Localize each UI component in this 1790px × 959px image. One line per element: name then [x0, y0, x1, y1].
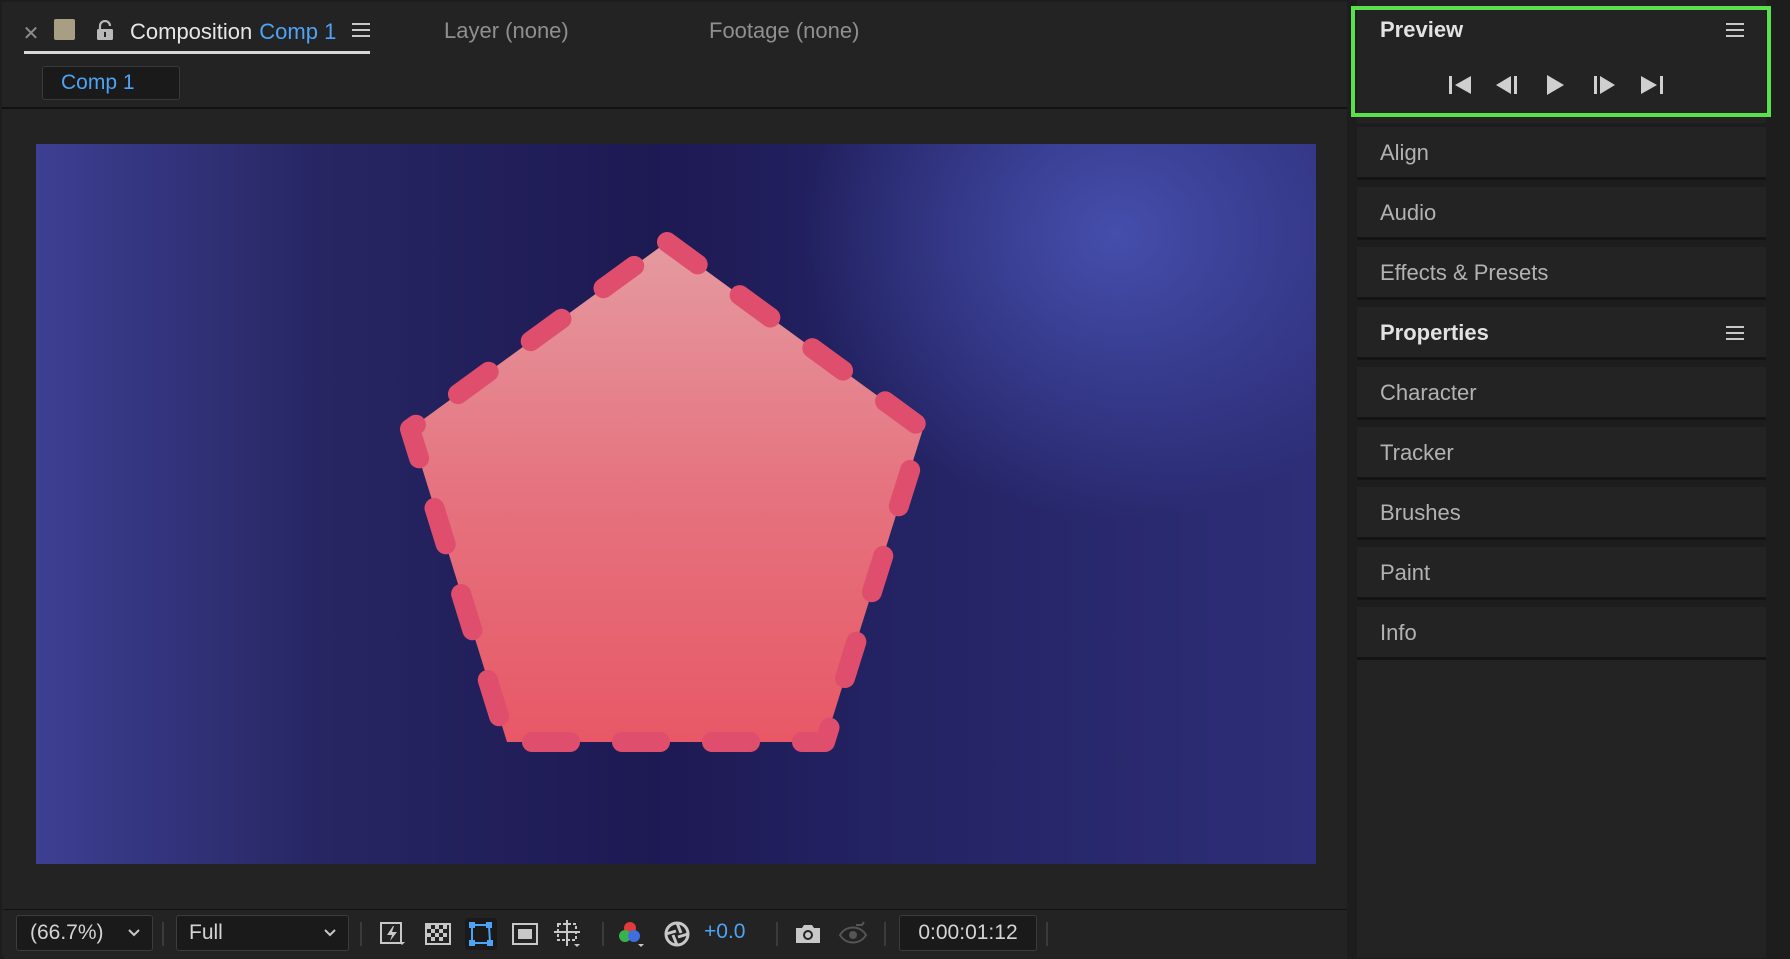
- toolbar-divider: [602, 922, 604, 946]
- step-back-icon[interactable]: [1492, 70, 1522, 100]
- panel-audio[interactable]: Audio: [1357, 187, 1766, 240]
- composition-canvas[interactable]: [36, 144, 1316, 864]
- panel-paint[interactable]: Paint: [1357, 547, 1766, 600]
- resolution-value: Full: [189, 921, 223, 944]
- panel-align-label: Align: [1380, 140, 1429, 165]
- mask-visibility-icon[interactable]: [509, 918, 541, 950]
- menu-icon[interactable]: [1726, 325, 1746, 341]
- panel-audio-label: Audio: [1380, 200, 1437, 225]
- toolbar-divider: [1046, 922, 1048, 946]
- toolbar-divider: [884, 922, 886, 946]
- panel-properties-label: Properties: [1380, 320, 1489, 345]
- region-of-interest-icon[interactable]: [465, 918, 497, 950]
- magnification-value: (66.7%): [30, 921, 104, 944]
- current-time-display[interactable]: 0:00:01:12: [899, 915, 1037, 951]
- pentagon-shape[interactable]: [400, 232, 933, 752]
- tab-layer[interactable]: Layer (none): [444, 18, 569, 44]
- show-snapshot-icon: [837, 918, 869, 950]
- resolution-select[interactable]: Full: [176, 915, 349, 951]
- viewer-toolbar: (66.7%) Full +0.0 0:00:01:12: [4, 909, 1347, 959]
- panel-align[interactable]: Align: [1357, 127, 1766, 180]
- magnification-select[interactable]: (66.7%): [16, 915, 153, 951]
- active-tab-underline: [24, 51, 370, 54]
- composition-tab-row: ✕ Composition Comp 1 Layer (none) Footag…: [2, 2, 1347, 60]
- toolbar-divider: [776, 922, 778, 946]
- skip-to-start-icon[interactable]: [1445, 70, 1475, 100]
- panel-tracker-label: Tracker: [1380, 440, 1454, 465]
- panel-brushes-label: Brushes: [1380, 500, 1461, 525]
- label-color-swatch[interactable]: [54, 19, 75, 40]
- tab-footage[interactable]: Footage (none): [709, 18, 859, 44]
- panel-effects-presets-label: Effects & Presets: [1380, 260, 1549, 285]
- menu-icon[interactable]: [1726, 22, 1746, 38]
- close-icon[interactable]: ✕: [20, 18, 42, 48]
- panel-properties[interactable]: Properties: [1357, 307, 1766, 360]
- timecode-value: 0:00:01:12: [918, 921, 1018, 944]
- exposure-icon[interactable]: [661, 918, 693, 950]
- chevron-down-icon: [126, 925, 142, 941]
- exposure-value[interactable]: +0.0: [704, 920, 745, 944]
- composition-navigator: Comp 1: [2, 60, 1347, 109]
- panel-tracker[interactable]: Tracker: [1357, 427, 1766, 480]
- toolbar-divider: [360, 922, 362, 946]
- play-icon[interactable]: [1540, 70, 1570, 100]
- panel-effects-presets[interactable]: Effects & Presets: [1357, 247, 1766, 300]
- step-forward-icon[interactable]: [1589, 70, 1619, 100]
- composition-panel: ✕ Composition Comp 1 Layer (none) Footag…: [2, 2, 1347, 959]
- panel-info[interactable]: Info: [1357, 607, 1766, 660]
- composition-tab-prefix: Composition: [130, 19, 253, 44]
- tab-composition[interactable]: Composition Comp 1: [130, 18, 336, 46]
- transparency-grid-icon[interactable]: [422, 918, 454, 950]
- composition-viewer[interactable]: [4, 109, 1347, 909]
- panel-character[interactable]: Character: [1357, 367, 1766, 420]
- color-channels-icon[interactable]: [616, 918, 648, 950]
- right-panel-column: Preview Align Audio Effects & Presets Pr…: [1357, 0, 1790, 958]
- preview-panel-title[interactable]: Preview: [1380, 17, 1463, 43]
- breadcrumb[interactable]: Comp 1: [42, 66, 180, 100]
- fast-preview-icon[interactable]: [377, 918, 409, 950]
- camera-snapshot-icon[interactable]: [792, 918, 824, 950]
- composition-tab-name: Comp 1: [259, 19, 337, 44]
- skip-to-end-icon[interactable]: [1637, 70, 1667, 100]
- panel-info-label: Info: [1380, 620, 1417, 645]
- preview-panel: Preview: [1357, 0, 1766, 123]
- grid-guides-icon[interactable]: [552, 918, 584, 950]
- panel-character-label: Character: [1380, 380, 1477, 405]
- panel-brushes[interactable]: Brushes: [1357, 487, 1766, 540]
- lock-icon[interactable]: [94, 16, 116, 46]
- empty-panel-area: [1357, 660, 1766, 958]
- toolbar-divider: [162, 922, 164, 946]
- chevron-down-icon: [322, 925, 338, 941]
- panel-paint-label: Paint: [1380, 560, 1431, 585]
- menu-icon[interactable]: [352, 22, 372, 38]
